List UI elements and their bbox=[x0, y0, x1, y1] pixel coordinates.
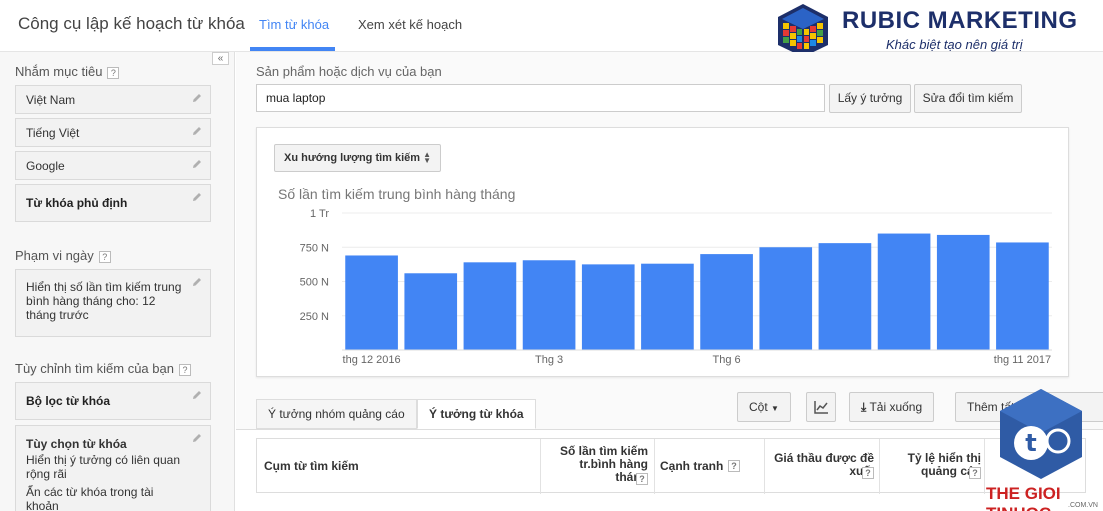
pencil-icon[interactable] bbox=[191, 276, 203, 288]
watermark-letter: t bbox=[1025, 429, 1036, 457]
chart-panel: Xu hướng lượng tìm kiếm ▲ ▼ Số lần tìm ki… bbox=[256, 127, 1069, 377]
tab-keyword-ideas[interactable]: Ý tưởng từ khóa bbox=[417, 399, 536, 429]
pencil-icon[interactable] bbox=[191, 158, 203, 170]
help-icon[interactable]: ? bbox=[636, 473, 648, 485]
chart-bar[interactable] bbox=[936, 234, 990, 350]
collapse-sidebar-icon[interactable]: « bbox=[212, 52, 229, 65]
header-competition[interactable]: Cạnh tranh? bbox=[655, 439, 765, 494]
chart-bar[interactable] bbox=[522, 260, 576, 350]
pencil-icon[interactable] bbox=[191, 191, 203, 203]
negative-keywords[interactable]: Từ khóa phủ định bbox=[15, 184, 211, 222]
x-tick-label: Thg 3 bbox=[535, 354, 563, 366]
chart-bar[interactable] bbox=[818, 243, 872, 350]
targeting-location[interactable]: Việt Nam bbox=[15, 85, 211, 114]
brand-name: RUBIC MARKETING bbox=[842, 7, 1078, 34]
targeting-network[interactable]: Google bbox=[15, 151, 211, 180]
tab-find-keywords[interactable]: Tìm từ khóa bbox=[259, 17, 329, 32]
chart-bar[interactable] bbox=[641, 263, 694, 350]
date-range[interactable]: Hiển thị số lần tìm kiếm trung bình hàng… bbox=[15, 269, 211, 337]
date-range-label: Phạm vi ngày? bbox=[15, 248, 111, 263]
header-avg-searches[interactable]: Số lần tìm kiếm tr.bình hàng tháng ? bbox=[541, 439, 655, 494]
chart-bar[interactable] bbox=[345, 255, 398, 350]
top-bar: Công cụ lập kế hoạch từ khóa Tìm từ khóa… bbox=[0, 0, 1103, 57]
rubic-cube-logo-icon bbox=[778, 4, 828, 57]
y-tick-label: 750 N bbox=[300, 242, 329, 254]
chart-toggle-button[interactable] bbox=[806, 392, 836, 422]
sidebar: « Nhắm mục tiêu? Việt Nam Tiếng Việt Goo… bbox=[0, 52, 235, 511]
help-icon[interactable]: ? bbox=[98, 250, 111, 263]
pencil-icon[interactable] bbox=[191, 125, 203, 137]
get-ideas-button[interactable]: Lấy ý tưởng bbox=[829, 84, 911, 113]
x-tick-label: thg 11 2017 bbox=[994, 354, 1051, 366]
y-tick-label: 500 N bbox=[300, 277, 329, 289]
product-input[interactable]: mua laptop bbox=[256, 84, 825, 112]
header-keyword[interactable]: Cụm từ tìm kiếm bbox=[257, 439, 541, 494]
header-suggested-bid[interactable]: Giá thầu được đề xuất ? bbox=[765, 439, 880, 494]
help-icon[interactable]: ? bbox=[178, 363, 191, 376]
download-button[interactable]: ⤓ Tải xuống bbox=[849, 392, 935, 422]
help-icon[interactable]: ? bbox=[728, 460, 740, 472]
main-content: Sản phẩm hoặc dịch vụ của bạn mua laptop… bbox=[236, 52, 1103, 511]
modify-search-button[interactable]: Sửa đổi tìm kiếm bbox=[914, 84, 1022, 113]
x-tick-label: thg 12 2016 bbox=[343, 354, 401, 366]
chart-bar[interactable] bbox=[404, 273, 458, 350]
chart-bar[interactable] bbox=[463, 262, 517, 350]
customize-label: Tùy chỉnh tìm kiếm của bạn? bbox=[15, 361, 191, 376]
dropdown-caret-icon: ▼ bbox=[771, 404, 779, 413]
targeting-label: Nhắm mục tiêu? bbox=[15, 64, 120, 79]
columns-button[interactable]: Cột ▼ bbox=[737, 392, 791, 422]
y-tick-label: 1 Tr bbox=[310, 208, 329, 220]
chart-bar[interactable] bbox=[581, 264, 635, 350]
chart-bar[interactable] bbox=[759, 247, 813, 350]
select-arrows-icon: ▲ ▼ bbox=[423, 150, 431, 165]
search-volume-chart: 250 N 500 N 750 N 1 Tr thg 12 2016 Thg 3 Thg 6… bbox=[300, 208, 1052, 366]
chart-bar[interactable] bbox=[700, 254, 753, 350]
pencil-icon[interactable] bbox=[191, 432, 203, 444]
pencil-icon[interactable] bbox=[191, 92, 203, 104]
pencil-icon[interactable] bbox=[191, 389, 203, 401]
app-title: Công cụ lập kế hoạch từ khóa bbox=[18, 14, 245, 33]
help-icon[interactable]: ? bbox=[862, 467, 874, 479]
active-tab-indicator bbox=[250, 47, 335, 51]
keyword-filter[interactable]: Bộ lọc từ khóa bbox=[15, 382, 211, 420]
chart-bar[interactable] bbox=[877, 233, 931, 350]
results-table: Cụm từ tìm kiếm Số lần tìm kiếm tr.bình … bbox=[236, 429, 1103, 511]
tab-ad-group-ideas[interactable]: Ý tưởng nhóm quảng cáo bbox=[256, 399, 417, 429]
keyword-options[interactable]: Tùy chọn từ khóa Hiển thị ý tưởng có liê… bbox=[15, 425, 211, 511]
x-tick-label: Thg 6 bbox=[713, 354, 741, 366]
tab-review-plan[interactable]: Xem xét kế hoạch bbox=[358, 17, 462, 32]
brand-slogan: Khác biệt tạo nên giá trị bbox=[886, 37, 1023, 52]
download-icon: ⤓ bbox=[861, 400, 867, 414]
header-impression-share[interactable]: Tỷ lệ hiển thị quảng cáo ? bbox=[880, 439, 985, 494]
chart-bar[interactable] bbox=[996, 242, 1049, 350]
line-chart-icon bbox=[814, 401, 828, 414]
product-label: Sản phẩm hoặc dịch vụ của bạn bbox=[256, 64, 442, 79]
chart-type-select[interactable]: Xu hướng lượng tìm kiếm ▲ ▼ bbox=[274, 144, 441, 172]
watermark-sub: .COM.VN bbox=[1068, 502, 1098, 509]
help-icon[interactable]: ? bbox=[107, 66, 120, 79]
table-header: Cụm từ tìm kiếm Số lần tìm kiếm tr.bình … bbox=[256, 438, 1086, 494]
y-tick-label: 250 N bbox=[300, 311, 329, 323]
chart-title: Số lần tìm kiếm trung bình hàng tháng bbox=[278, 186, 516, 202]
targeting-language[interactable]: Tiếng Việt bbox=[15, 118, 211, 147]
